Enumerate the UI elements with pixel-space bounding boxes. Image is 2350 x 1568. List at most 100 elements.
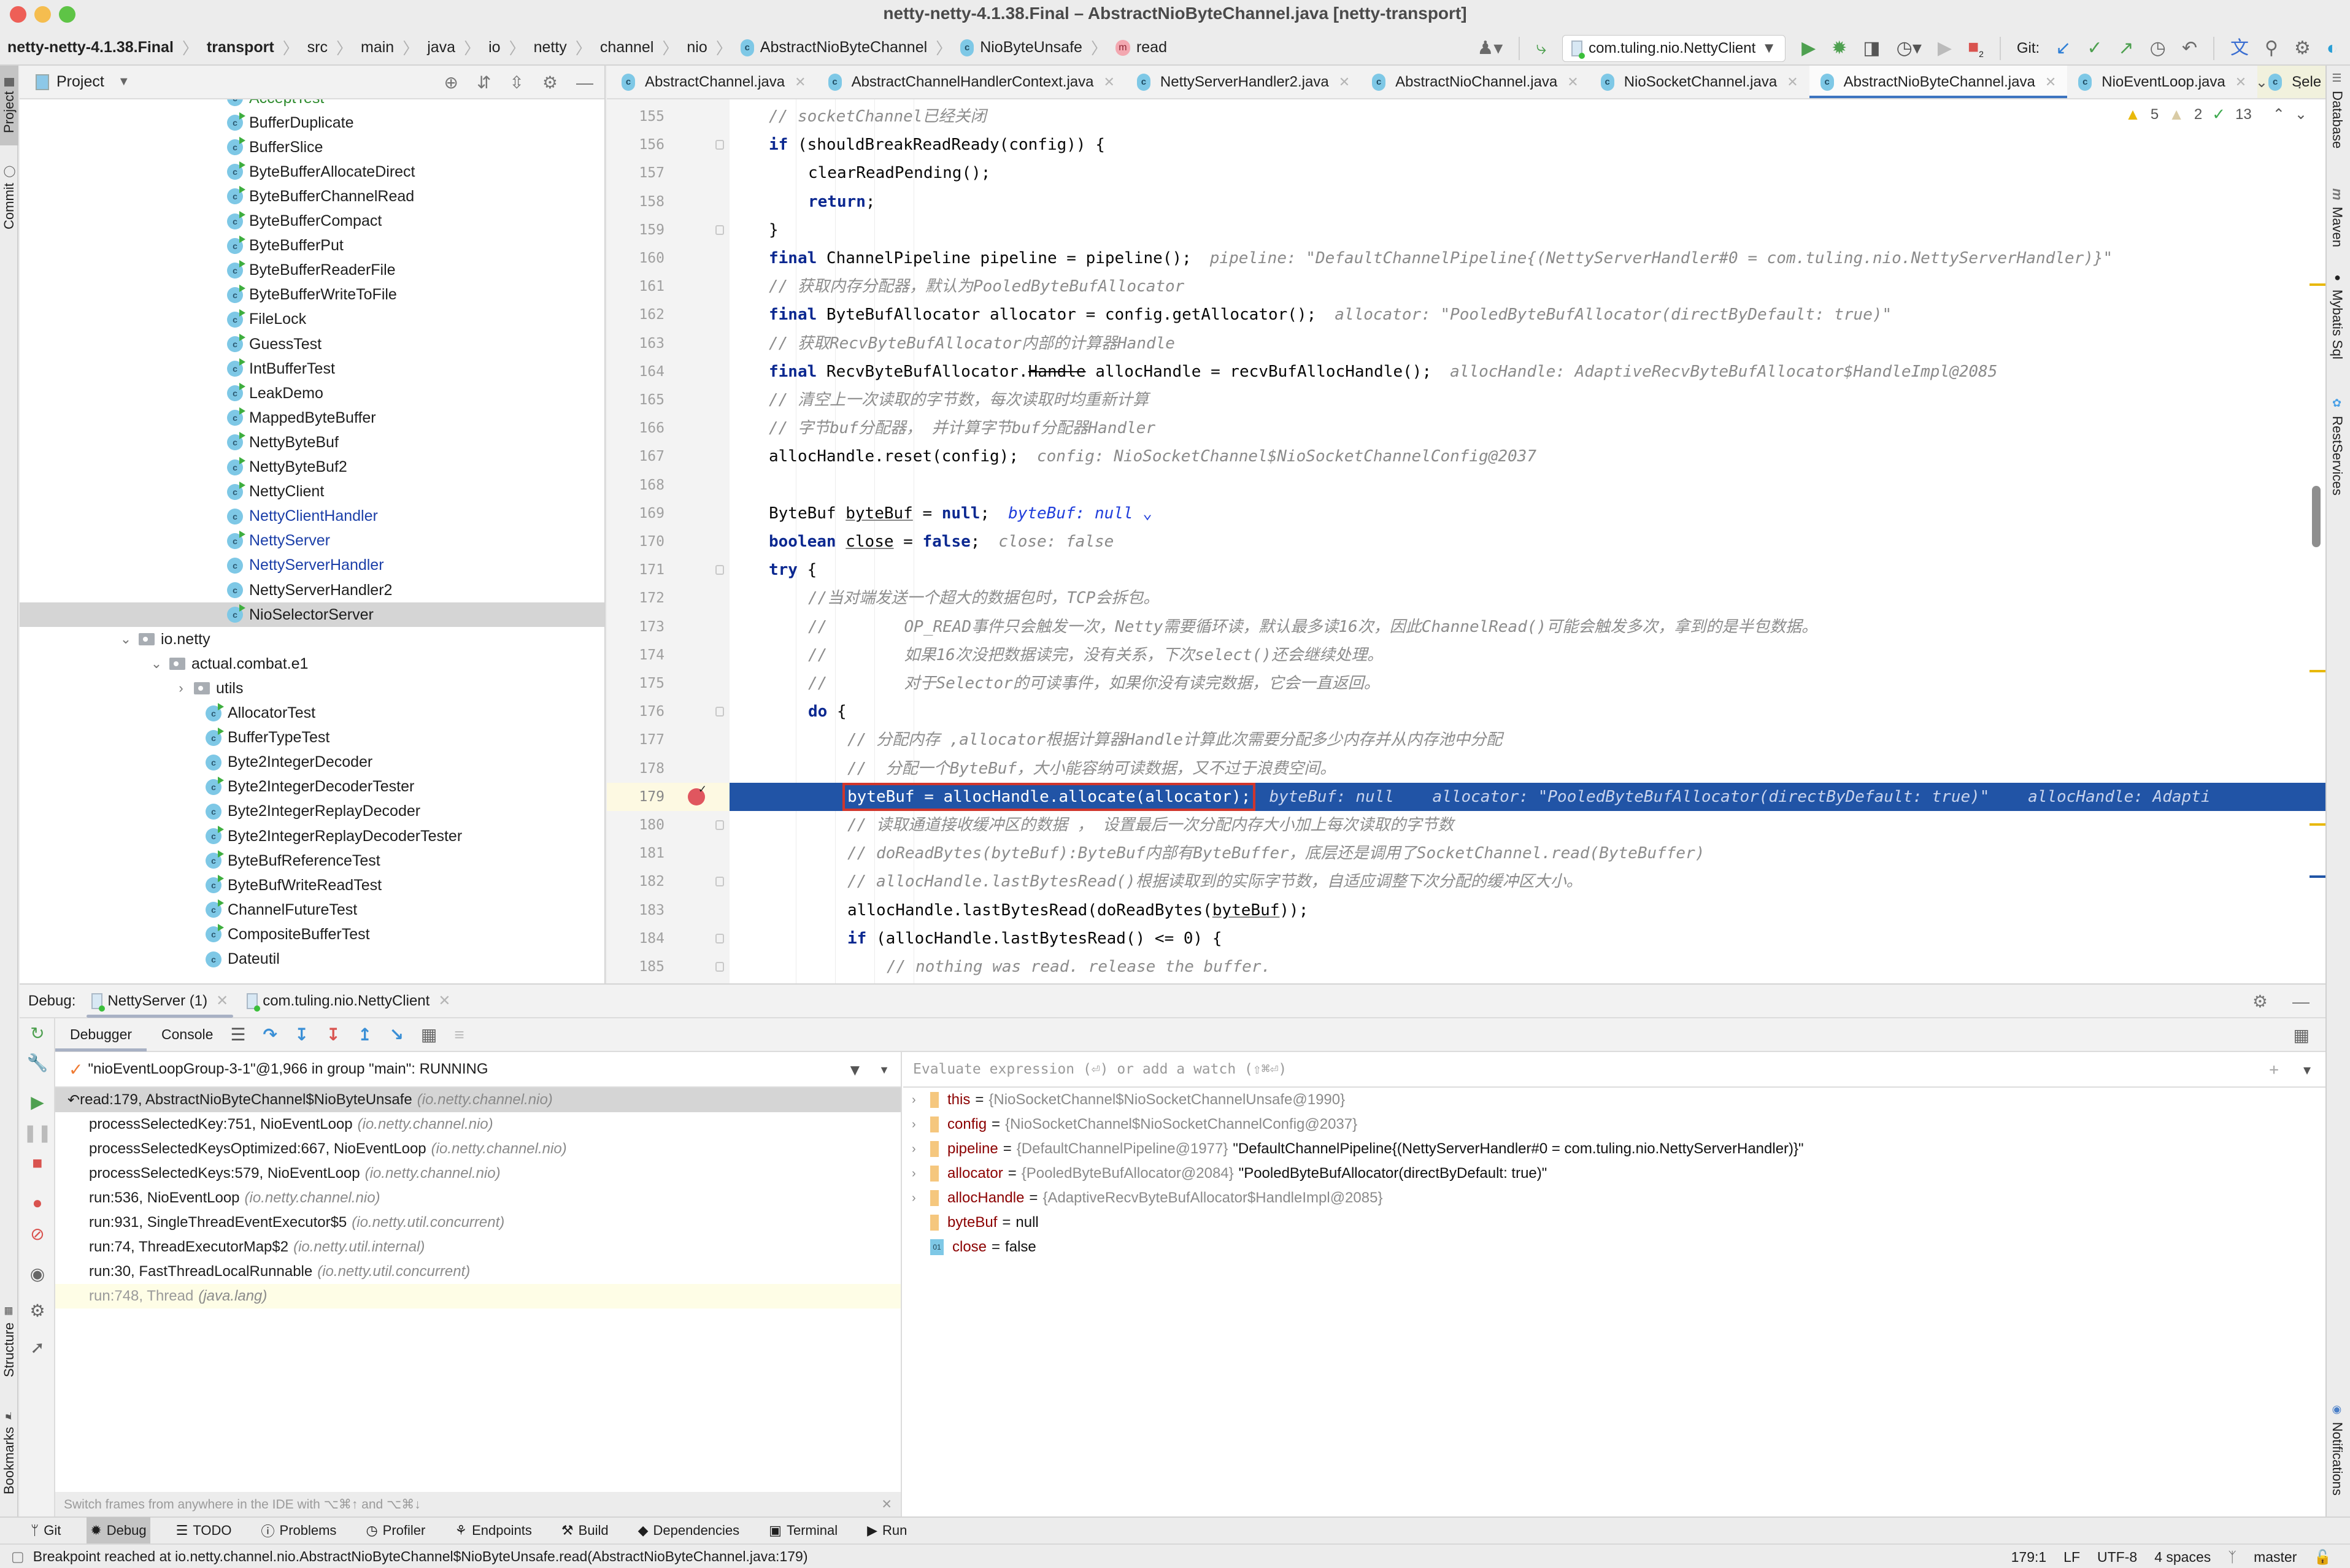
more-options-icon[interactable]: ⋮: [2292, 74, 2307, 91]
debug-session-tab[interactable]: NettyServer (1) ✕: [87, 984, 234, 1018]
step-over-icon[interactable]: ↷: [263, 1024, 277, 1045]
tree-class[interactable]: c Dateutil: [20, 947, 604, 972]
evaluate-expression-icon[interactable]: ▦: [421, 1024, 437, 1045]
tree-class[interactable]: c NettyServerHandler: [20, 553, 604, 578]
pin-tab-icon[interactable]: ➚: [20, 1337, 55, 1358]
gear-icon[interactable]: ⚙: [2252, 991, 2268, 1012]
layout-settings-icon[interactable]: ▦: [2294, 1018, 2310, 1052]
close-tab-icon[interactable]: ✕: [2045, 74, 2056, 90]
tool-window-git[interactable]: ᛘ Git: [27, 1517, 64, 1544]
debug-session-tab[interactable]: com.tuling.nio.NettyClient ✕: [247, 984, 450, 1018]
settings-gear-icon[interactable]: ⚙: [20, 1301, 55, 1321]
tree-class[interactable]: c LeakDemo: [20, 381, 604, 405]
stack-frame[interactable]: run:30, FastThreadLocalRunnable (io.netty…: [55, 1259, 901, 1284]
tree-package[interactable]: › utils: [20, 676, 604, 701]
indent-setting[interactable]: 4 spaces: [2154, 1549, 2211, 1566]
tree-class[interactable]: c BufferSlice: [20, 135, 604, 159]
breadcrumb-item[interactable]: netty-netty-4.1.38.Final: [7, 39, 174, 56]
stack-frame[interactable]: processSelectedKeysOptimized:667, NioEve…: [55, 1137, 901, 1161]
editor-tab[interactable]: c NioSocketChannel.java ✕: [1590, 66, 1809, 98]
stack-frame[interactable]: processSelectedKey:751, NioEventLoop (io.…: [55, 1112, 901, 1137]
breadcrumb-item[interactable]: m read: [1115, 39, 1167, 56]
chevron-down-icon[interactable]: ⌄: [148, 656, 164, 672]
tree-class[interactable]: c ChannelFutureTest: [20, 897, 604, 922]
stop-icon[interactable]: ■: [20, 1153, 55, 1173]
search-icon[interactable]: ⚲: [2265, 39, 2278, 58]
expand-chevron-icon[interactable]: ›: [912, 1167, 930, 1181]
tab-list-chevron-icon[interactable]: ⌄: [2256, 74, 2268, 91]
editor-tab[interactable]: c AbstractChannel.java ✕: [611, 66, 817, 98]
breadcrumb-item[interactable]: io: [488, 39, 500, 56]
breadcrumb-item[interactable]: netty: [534, 39, 567, 56]
breakpoint-icon[interactable]: [688, 783, 707, 805]
layout-list-icon[interactable]: ☰: [230, 1024, 245, 1045]
project-view-select[interactable]: Project: [56, 73, 104, 91]
tool-window-terminal[interactable]: ▣ Terminal: [765, 1517, 841, 1544]
expand-chevron-icon[interactable]: ›: [912, 1118, 930, 1132]
tree-class[interactable]: c GuessTest: [20, 332, 604, 356]
variable-row[interactable]: › allocHandle = {AdaptiveRecvByteBufAllocat…: [903, 1186, 2325, 1210]
tree-class[interactable]: c MappedByteBuffer: [20, 405, 604, 430]
tree-class[interactable]: c ByteBufReferenceTest: [20, 848, 604, 873]
rest-services-tool-tab[interactable]: ✿ RestServices: [2329, 397, 2345, 496]
fold-marker-icon[interactable]: [715, 933, 724, 943]
tree-class[interactable]: c NettyServer: [20, 529, 604, 553]
debugger-tab-console[interactable]: Console: [161, 1018, 213, 1051]
error-stripe-marker[interactable]: [2310, 283, 2325, 286]
tree-class[interactable]: c NioSelectorServer: [20, 602, 604, 628]
fold-marker-icon[interactable]: [715, 962, 724, 972]
locate-file-icon[interactable]: ⊕: [444, 72, 458, 93]
git-update-icon[interactable]: ↙: [2055, 39, 2071, 58]
tree-class[interactable]: c NettyClientHandler: [20, 504, 604, 529]
variable-row[interactable]: › config = {NioSocketChannel$NioSocketChann…: [903, 1112, 2325, 1137]
file-encoding[interactable]: UTF-8: [2097, 1549, 2137, 1566]
chevron-right-icon[interactable]: ›: [173, 680, 189, 696]
chevron-down-icon[interactable]: ▼: [118, 75, 130, 89]
error-stripe-marker[interactable]: [2310, 823, 2325, 826]
tool-window-dependencies[interactable]: ◆ Dependencies: [634, 1517, 744, 1544]
tree-class[interactable]: c BufferDuplicate: [20, 110, 604, 135]
tree-package[interactable]: ⌄ io.netty: [20, 627, 604, 651]
tree-class[interactable]: c Byte2IntegerDecoderTester: [20, 775, 604, 799]
chevron-down-icon[interactable]: ▼: [2303, 1063, 2311, 1077]
tree-package[interactable]: ⌄ actual.combat.e1: [20, 651, 604, 676]
tree-class[interactable]: c Byte2IntegerReplayDecoderTester: [20, 824, 604, 848]
breadcrumb-item[interactable]: c AbstractNioByteChannel: [740, 39, 927, 56]
resume-program-icon[interactable]: ▶: [20, 1092, 55, 1112]
close-tab-icon[interactable]: ✕: [1103, 74, 1114, 90]
close-tab-icon[interactable]: ✕: [1567, 74, 1578, 90]
debug-icon[interactable]: ✹: [1832, 39, 1847, 58]
fold-marker-icon[interactable]: [715, 140, 724, 150]
close-tab-icon[interactable]: ✕: [795, 74, 806, 90]
tree-class[interactable]: c ByteBufWriteReadTest: [20, 873, 604, 897]
run-to-cursor-icon[interactable]: ↘: [389, 1024, 403, 1045]
close-tab-icon[interactable]: ✕: [1339, 74, 1350, 90]
tree-class[interactable]: c CompositeBufferTest: [20, 922, 604, 947]
tree-class[interactable]: c ByteBufferReaderFile: [20, 258, 604, 283]
mybatis-tool-tab[interactable]: ● Mybatis Sql: [2329, 271, 2345, 359]
stop-icon[interactable]: ■2: [1968, 38, 1984, 59]
editor-tab[interactable]: c AbstractNioChannel.java ✕: [1361, 66, 1590, 98]
step-into-icon[interactable]: ↧: [295, 1024, 309, 1045]
editor-gutter[interactable]: 155 156 157 158 159 160 161 162 163 164 165 166 167 1…: [607, 99, 730, 983]
view-breakpoints-icon[interactable]: ●: [20, 1193, 55, 1213]
tool-window-run[interactable]: ▶ Run: [863, 1517, 911, 1544]
editor-tab[interactable]: c AbstractChannelHandlerContext.java ✕: [817, 66, 1126, 98]
add-watch-icon[interactable]: +: [2269, 1061, 2279, 1079]
fold-marker-icon[interactable]: [715, 707, 724, 717]
maven-tool-tab[interactable]: m Maven: [2329, 188, 2345, 247]
tree-class[interactable]: c ByteBufferCompact: [20, 209, 604, 234]
stack-frame[interactable]: ↶ read:179, AbstractNioByteChannel$NioBy…: [55, 1088, 901, 1112]
next-highlight-icon[interactable]: ⌄: [2295, 106, 2307, 123]
tree-class[interactable]: c ByteBufferWriteToFile: [20, 283, 604, 307]
jetbrains-logo-icon[interactable]: ◐: [2327, 39, 2338, 58]
stack-frame[interactable]: processSelectedKeys:579, NioEventLoop (io…: [55, 1161, 901, 1186]
tool-window-endpoints[interactable]: ⚘ Endpoints: [451, 1517, 536, 1544]
camera-icon[interactable]: ◉: [20, 1264, 55, 1284]
hide-panel-icon[interactable]: —: [2292, 992, 2310, 1012]
tree-class[interactable]: c FileLock: [20, 307, 604, 332]
thread-select[interactable]: ✓ "nioEventLoopGroup-3-1"@1,966 in group…: [55, 1052, 901, 1088]
editor-tab[interactable]: c NioEventLoop.java ✕: [2067, 66, 2257, 98]
line-separator[interactable]: LF: [2063, 1549, 2080, 1566]
lock-icon[interactable]: 🔓: [2314, 1549, 2332, 1566]
